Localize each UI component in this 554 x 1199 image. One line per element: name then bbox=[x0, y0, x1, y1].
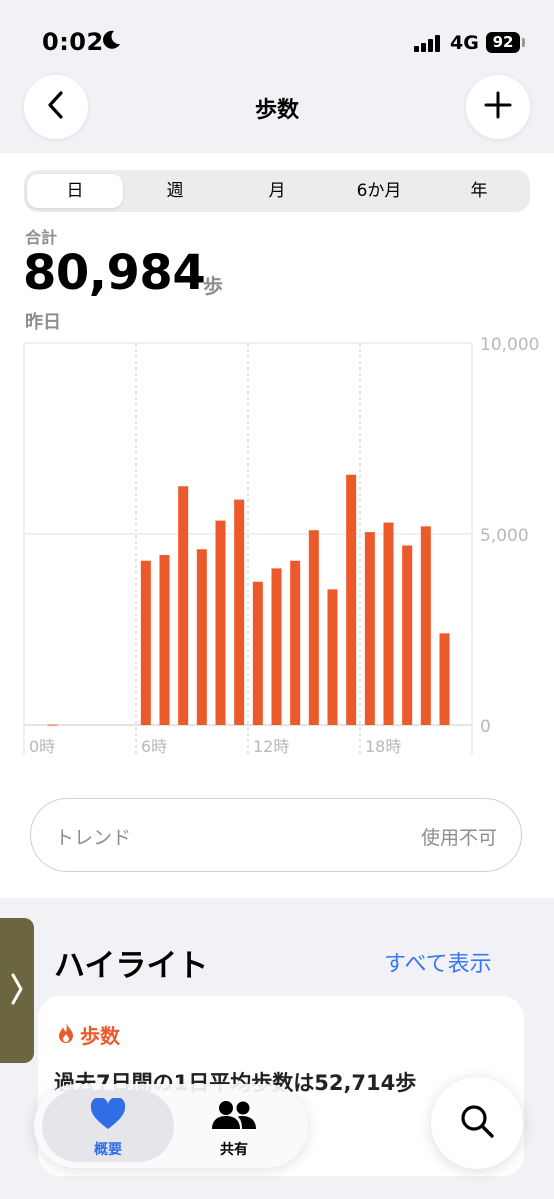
bar bbox=[346, 474, 357, 725]
highlight-category: 歩数 bbox=[80, 1024, 120, 1048]
segment-week[interactable]: 週 bbox=[127, 174, 223, 208]
x-tick-label: 6時 bbox=[141, 737, 167, 756]
battery-tip bbox=[522, 38, 525, 47]
x-tick-label: 18時 bbox=[365, 737, 401, 756]
tab-summary[interactable]: 概要 bbox=[42, 1090, 174, 1162]
segment-month[interactable]: 月 bbox=[229, 174, 325, 208]
bar bbox=[327, 589, 338, 725]
bar bbox=[364, 532, 375, 725]
people-icon bbox=[210, 1100, 258, 1134]
highlights-title: ハイライト bbox=[54, 948, 209, 984]
x-tick-label: 0時 bbox=[29, 737, 55, 756]
segment-6-months[interactable]: 6か月 bbox=[331, 174, 427, 208]
period-segmented-control: 日 週 月 6か月 年 bbox=[24, 170, 530, 212]
total-unit: 歩 bbox=[203, 274, 223, 298]
search-icon bbox=[459, 1103, 495, 1143]
bar bbox=[47, 724, 58, 726]
total-value: 80,984 bbox=[23, 245, 206, 301]
trend-row[interactable]: トレンド 使用不可 bbox=[30, 798, 522, 872]
heart-icon bbox=[90, 1097, 126, 1134]
bar bbox=[234, 499, 245, 725]
bar bbox=[215, 520, 226, 725]
bar bbox=[308, 530, 319, 725]
trend-value: 使用不可 bbox=[420, 827, 497, 849]
y-tick-label: 10,000 bbox=[480, 335, 539, 355]
x-tick-label: 12時 bbox=[253, 737, 289, 756]
y-tick-label: 5,000 bbox=[480, 526, 529, 546]
show-all-link[interactable]: すべて表示 bbox=[384, 946, 492, 978]
bar bbox=[420, 526, 431, 725]
bar bbox=[159, 555, 170, 725]
bar bbox=[252, 581, 263, 725]
tab-sharing[interactable]: 共有 bbox=[168, 1090, 300, 1162]
add-data-button[interactable] bbox=[466, 75, 530, 139]
steps-bar-chart[interactable]: 10,000 5,000 0 0時 6時 12時 18時 bbox=[0, 330, 554, 760]
network-type: 4G bbox=[450, 32, 479, 54]
focus-moon-icon bbox=[103, 30, 121, 55]
battery-icon: 92 bbox=[486, 32, 520, 53]
status-bar: 0:02 4G 92 bbox=[0, 0, 554, 80]
search-button[interactable] bbox=[431, 1077, 523, 1169]
bar bbox=[140, 560, 151, 725]
bar bbox=[402, 545, 413, 725]
tab-bar: 概要 共有 bbox=[34, 1084, 308, 1168]
status-time: 0:02 bbox=[42, 28, 104, 56]
plus-icon bbox=[484, 91, 512, 123]
side-handle[interactable] bbox=[0, 918, 34, 1063]
bar bbox=[439, 633, 450, 725]
signal-icon bbox=[414, 34, 444, 52]
tab-label-sharing: 共有 bbox=[220, 1142, 248, 1158]
segment-year[interactable]: 年 bbox=[431, 174, 527, 208]
chevron-right-icon bbox=[10, 971, 24, 1011]
bar bbox=[271, 568, 282, 725]
flame-icon bbox=[56, 1022, 76, 1048]
segment-day[interactable]: 日 bbox=[27, 174, 123, 208]
bar bbox=[178, 486, 189, 725]
y-tick-label: 0 bbox=[480, 717, 491, 737]
bar bbox=[290, 560, 301, 725]
tab-label-summary: 概要 bbox=[94, 1142, 122, 1158]
bar bbox=[196, 549, 207, 725]
trend-label: トレンド bbox=[55, 827, 132, 849]
bar bbox=[383, 522, 394, 725]
